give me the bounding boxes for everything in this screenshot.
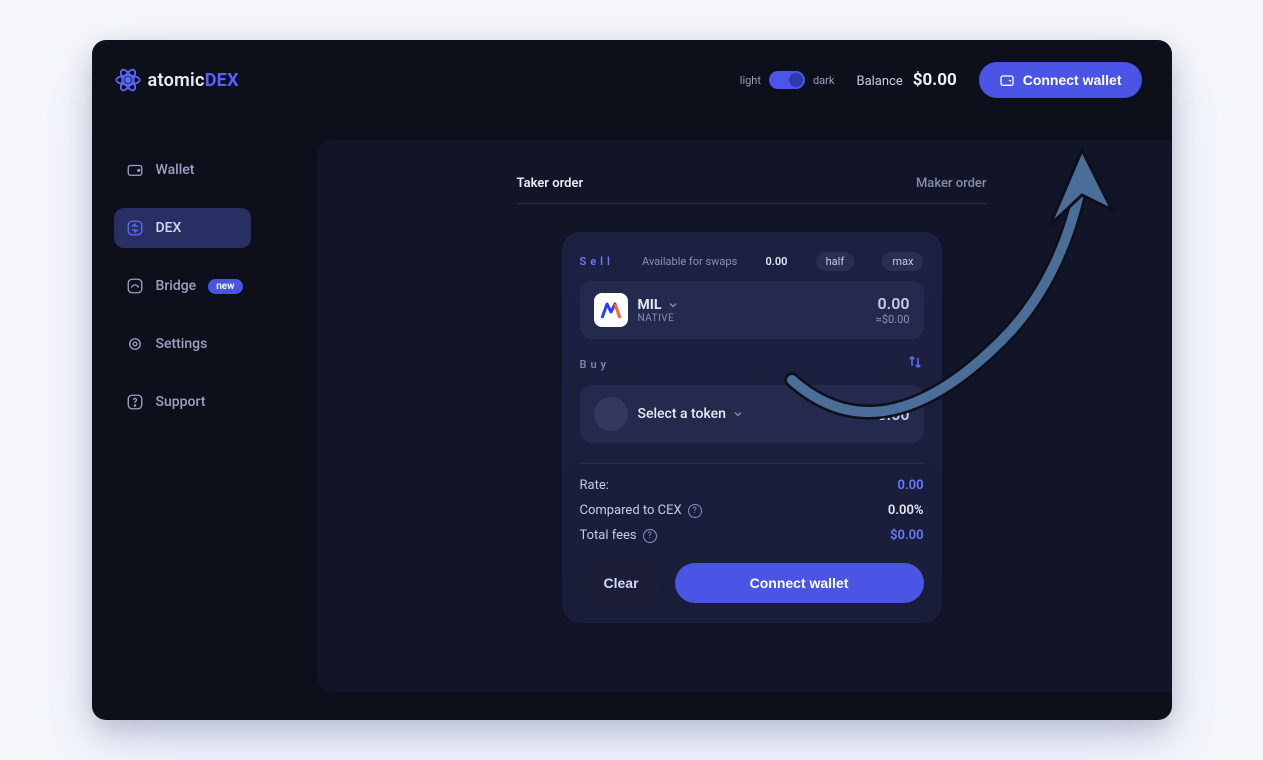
connect-wallet-main-button[interactable]: Connect wallet [675,563,924,603]
empty-token-icon [594,397,628,431]
buy-select-label: Select a token [638,406,726,422]
mil-token-icon [594,293,628,327]
rate-value: 0.00 [898,478,924,493]
sell-token-selector[interactable]: MIL NATIVE [594,293,680,327]
sell-amount[interactable]: 0.00 [876,294,910,313]
toggle-knob [789,73,803,87]
header: atomicDEX light dark Balance $0.00 Conne… [92,40,1172,120]
cex-label: Compared to CEX [580,503,682,518]
support-icon [126,393,144,411]
order-tabs: Taker order Maker order [517,176,987,204]
cex-row: Compared to CEX ? 0.00% [580,503,924,518]
dex-icon [126,219,144,237]
balance-label: Balance [856,74,902,89]
fees-value: $0.00 [890,528,923,543]
sidebar-item-support[interactable]: Support [114,382,251,422]
theme-toggle[interactable] [769,71,805,89]
sell-token-row: MIL NATIVE 0.00 ≈$0.00 [580,281,924,339]
connect-wallet-label: Connect wallet [1023,72,1122,88]
sidebar-item-bridge[interactable]: Bridge new [114,266,251,306]
fees-row: Total fees ? $0.00 [580,528,924,543]
sidebar-item-label: Support [156,394,206,410]
tab-taker[interactable]: Taker order [517,176,584,191]
main: Taker order Maker order Sell Available f… [267,120,1172,720]
help-icon[interactable]: ? [688,504,702,518]
sell-token-symbol: MIL [638,297,662,313]
chevron-down-icon [667,299,679,311]
sidebar-item-label: Bridge [156,278,197,294]
max-chip[interactable]: max [882,252,923,271]
clear-button[interactable]: Clear [580,563,663,603]
sell-amount-fiat: ≈$0.00 [876,313,910,326]
sell-header: Sell Available for swaps 0.00 half max [580,252,924,271]
rate-label: Rate: [580,478,609,493]
sidebar-item-dex[interactable]: DEX [114,208,251,248]
brand-text-1: atomic [148,70,205,91]
theme-dark-label: dark [813,74,835,87]
sell-token-sub: NATIVE [638,313,680,324]
fees-label: Total fees [580,528,637,543]
body: Wallet DEX Bridge new [92,120,1172,720]
buy-amount[interactable]: 0.00 [878,405,910,424]
half-chip[interactable]: half [816,252,855,271]
new-badge: new [208,279,242,294]
buy-token-selector[interactable]: Select a token [594,397,744,431]
rate-row: Rate: 0.00 [580,478,924,493]
balance: Balance $0.00 [856,70,956,90]
brand-text-2: DEX [205,70,239,91]
available-value: 0.00 [765,255,787,268]
gear-icon [126,335,144,353]
logo[interactable]: atomicDEX [114,66,239,94]
connect-wallet-button[interactable]: Connect wallet [979,62,1142,98]
available-label: Available for swaps [642,255,737,268]
app-window: atomicDEX light dark Balance $0.00 Conne… [92,40,1172,720]
wallet-icon [126,161,144,179]
buy-label: Buy [580,358,611,371]
bridge-icon [126,277,144,295]
atom-icon [114,66,142,94]
balance-value: $0.00 [913,70,957,90]
sidebar-item-label: Wallet [156,162,195,178]
theme-light-label: light [740,74,761,87]
action-row: Clear Connect wallet [580,563,924,603]
help-icon[interactable]: ? [643,529,657,543]
buy-token-row: Select a token 0.00 [580,385,924,443]
theme-switch[interactable]: light dark [740,71,835,89]
cex-value: 0.00% [888,503,924,518]
sidebar-item-wallet[interactable]: Wallet [114,150,251,190]
sidebar-item-label: Settings [156,336,208,352]
tab-maker[interactable]: Maker order [916,176,987,191]
main-panel: Taker order Maker order Sell Available f… [317,140,1172,692]
header-right: light dark Balance $0.00 Connect wallet [740,62,1142,98]
sidebar: Wallet DEX Bridge new [92,120,267,720]
sell-label: Sell [580,255,614,268]
buy-header: Buy [580,353,924,375]
sidebar-item-settings[interactable]: Settings [114,324,251,364]
chevron-down-icon [732,408,744,420]
swap-card: Sell Available for swaps 0.00 half max [562,232,942,623]
swap-direction-button[interactable] [906,353,924,375]
wallet-connect-icon [999,72,1015,88]
divider [580,463,924,464]
sidebar-item-label: DEX [156,220,182,236]
